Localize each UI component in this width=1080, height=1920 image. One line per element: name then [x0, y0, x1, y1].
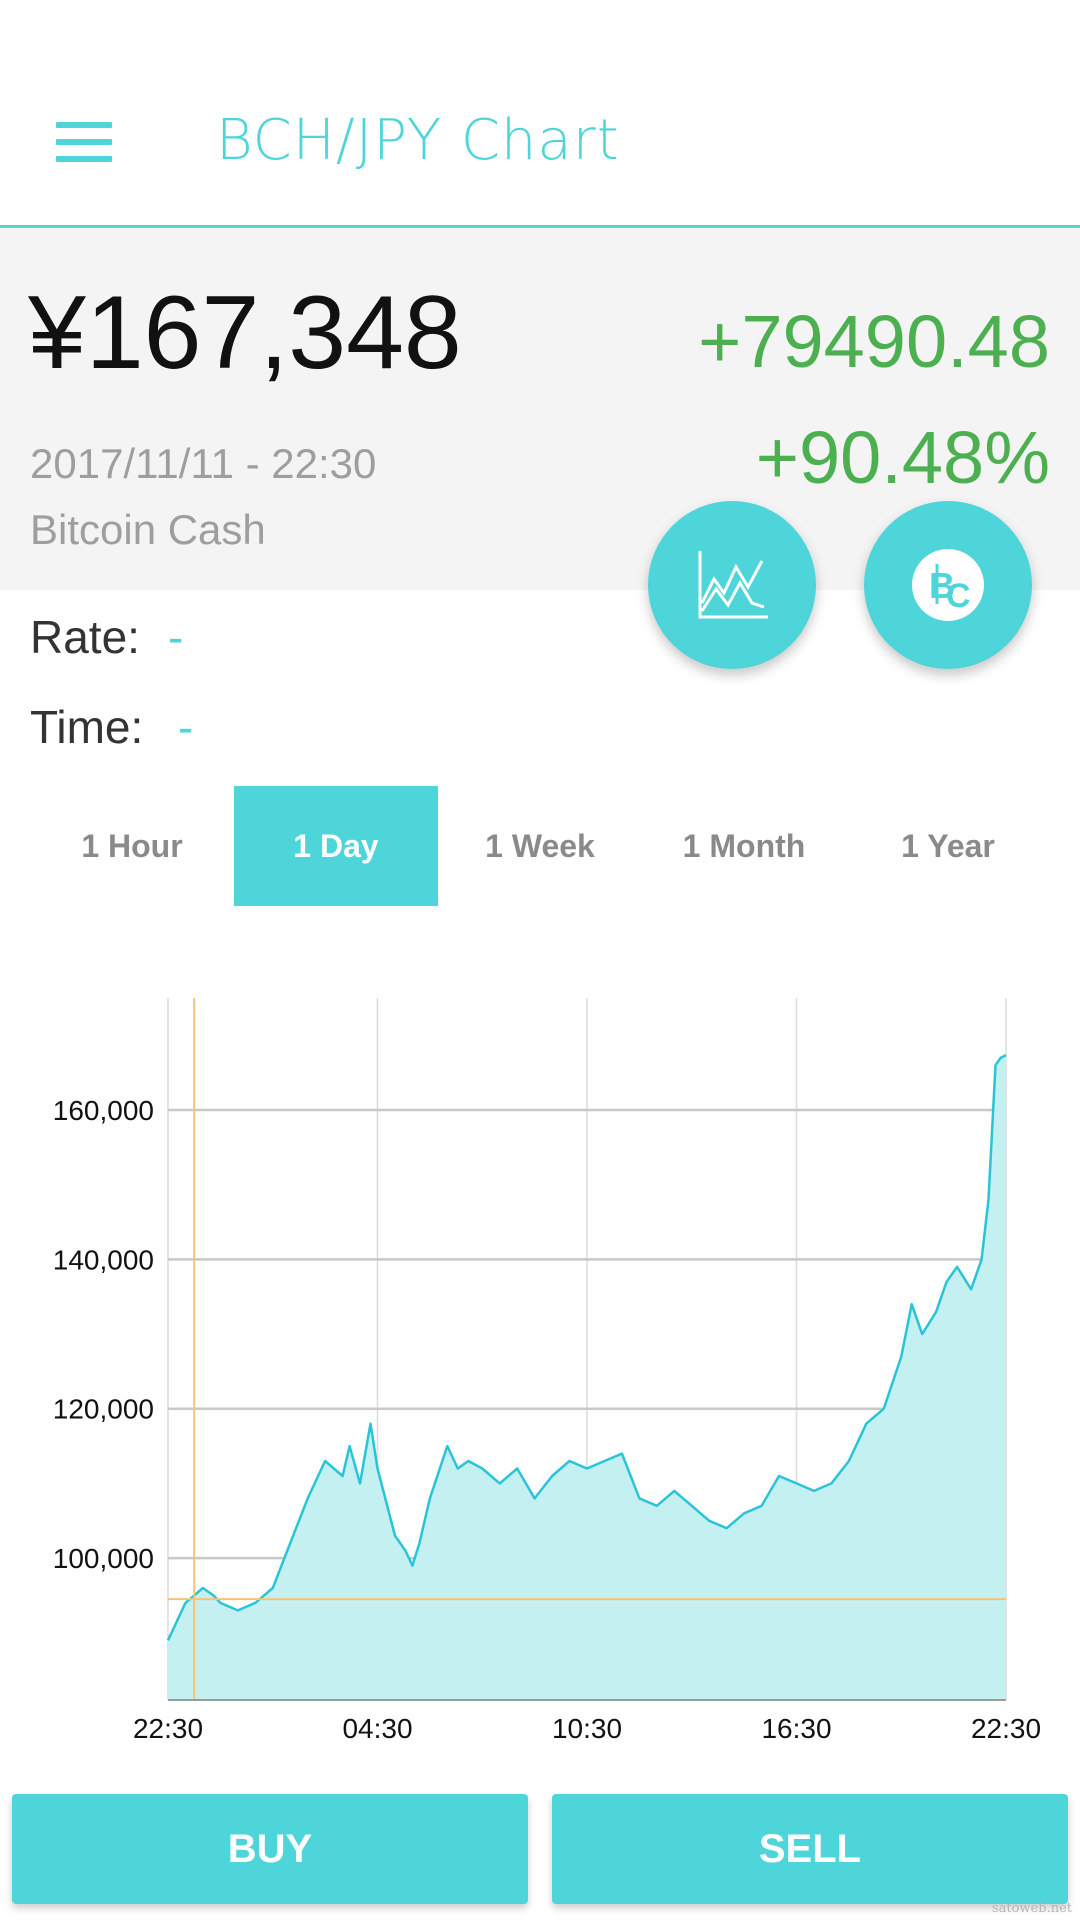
current-price: ¥167,348	[28, 275, 462, 391]
range-tab-1-year[interactable]: 1 Year	[846, 786, 1050, 906]
buy-button[interactable]: BUY	[12, 1794, 528, 1904]
app-title: BCH/JPY Chart	[216, 108, 620, 173]
y-axis-tick-labels: 100,000 120,000 140,000 160,000	[53, 1095, 154, 1574]
sell-button[interactable]: SELL	[552, 1794, 1068, 1904]
price-chart[interactable]: 100,000 120,000 140,000 160,000 22:30 04:30 1…	[0, 980, 1080, 1760]
bitcoin-cash-icon: B C	[912, 549, 984, 621]
time-label: Time:	[30, 701, 144, 753]
range-tab-1-week[interactable]: 1 Week	[438, 786, 642, 906]
rate-value: -	[168, 611, 184, 663]
x-tick-label: 10:30	[552, 1713, 622, 1744]
y-tick-label: 160,000	[53, 1095, 154, 1126]
time-value: -	[178, 701, 194, 753]
x-tick-label: 22:30	[133, 1713, 203, 1744]
range-tab-1-day[interactable]: 1 Day	[234, 786, 438, 906]
x-tick-label: 04:30	[342, 1713, 412, 1744]
chart-view-button[interactable]	[648, 501, 816, 669]
coin-name: Bitcoin Cash	[30, 506, 266, 553]
hamburger-menu-icon[interactable]	[56, 122, 112, 162]
coin-select-button[interactable]: B C	[864, 501, 1032, 669]
x-tick-label: 16:30	[761, 1713, 831, 1744]
rate-label: Rate:	[30, 611, 140, 663]
range-tab-1-month[interactable]: 1 Month	[642, 786, 846, 906]
x-axis-tick-labels: 22:30 04:30 10:30 16:30 22:30	[133, 1713, 1041, 1744]
range-tab-1-hour[interactable]: 1 Hour	[30, 786, 234, 906]
watermark: satoweb.net	[991, 1901, 1072, 1916]
svg-text:C: C	[946, 577, 971, 615]
range-tabs: 1 Hour 1 Day 1 Week 1 Month 1 Year	[30, 786, 1050, 906]
price-timestamp: 2017/11/11 - 22:30	[30, 440, 377, 487]
line-chart-icon	[698, 551, 768, 619]
price-change-absolute: +79490.48	[698, 300, 1050, 383]
y-tick-label: 140,000	[53, 1244, 154, 1275]
x-tick-label: 22:30	[971, 1713, 1041, 1744]
price-change-percent: +90.48%	[755, 416, 1050, 499]
app-bar: BCH/JPY Chart	[0, 0, 1080, 228]
y-tick-label: 100,000	[53, 1543, 154, 1574]
y-tick-label: 120,000	[53, 1394, 154, 1425]
